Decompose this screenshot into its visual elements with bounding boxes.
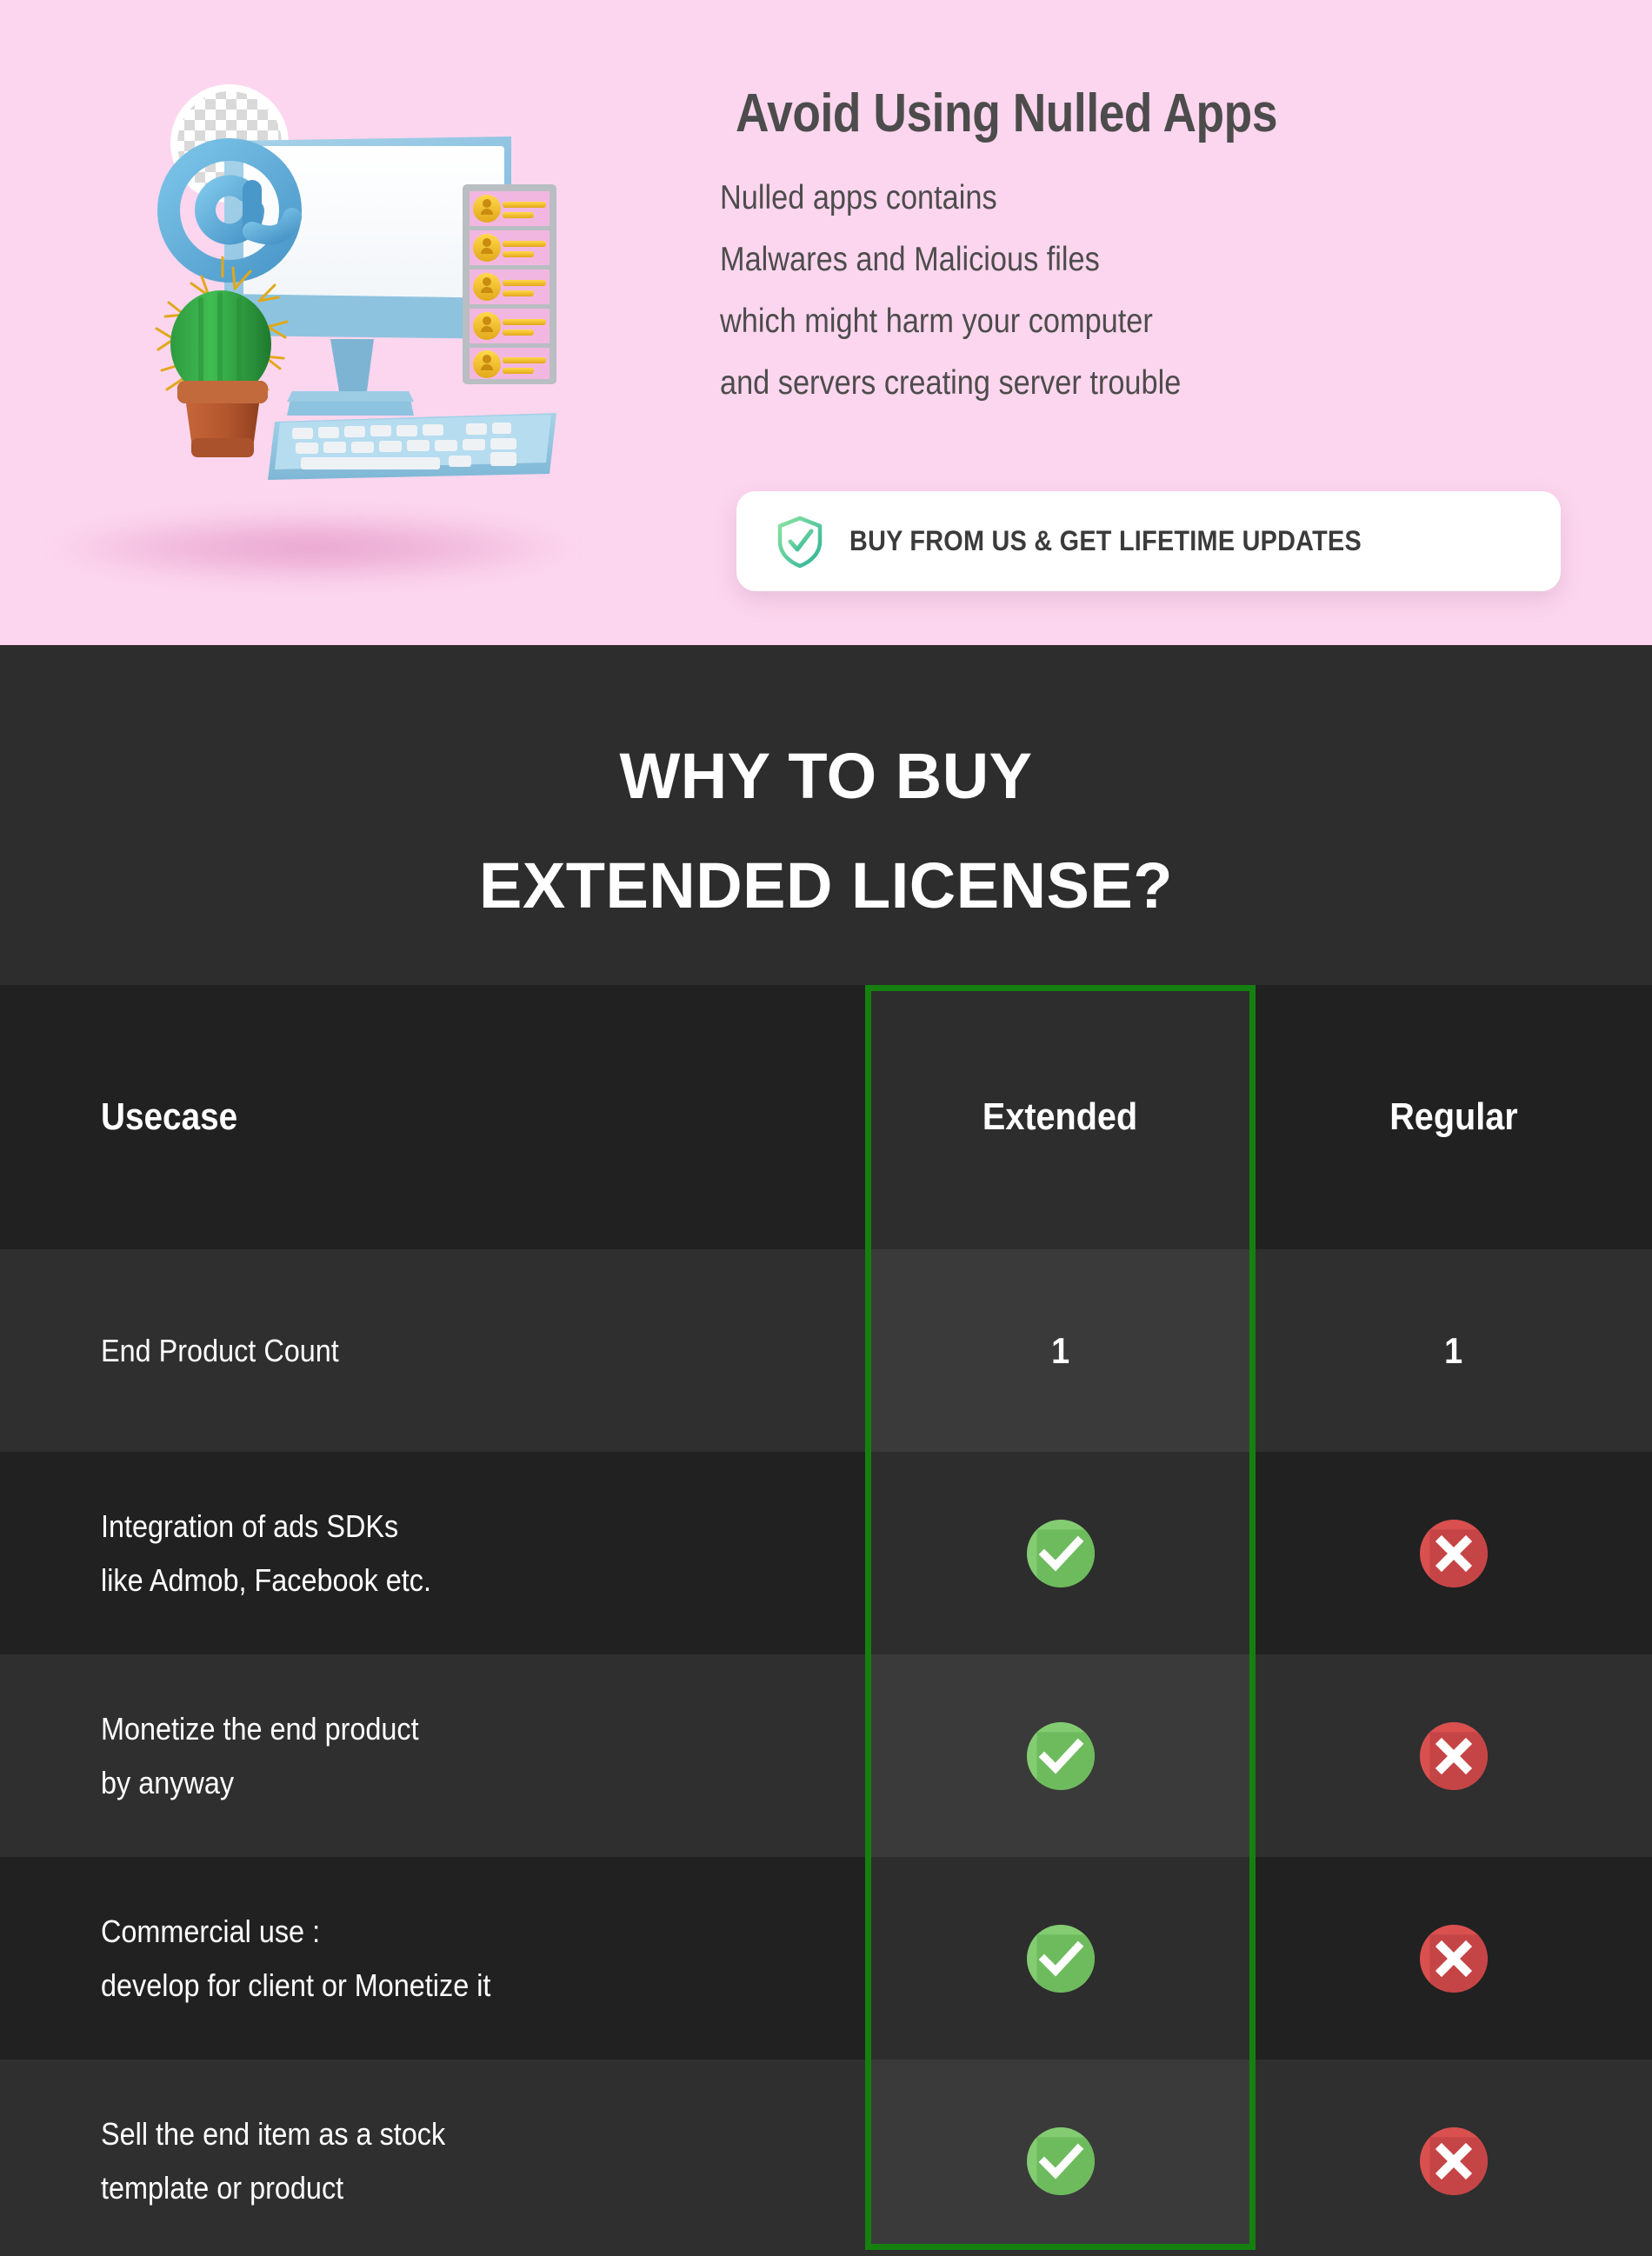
usecase-line: Monetize the end product (101, 1710, 419, 1747)
table-header-row: Usecase Extended Regular (0, 985, 1652, 1249)
header-cell-regular: Regular (1389, 1095, 1518, 1138)
check-circle-icon (1025, 1720, 1096, 1792)
page-title: Avoid Using Nulled Apps (736, 83, 1278, 143)
hero-description-line: Malwares and Malicious files (720, 241, 1100, 278)
usecase-line: Integration of ads SDKs (101, 1507, 399, 1544)
shield-check-icon (773, 515, 827, 569)
header-cell-extended: Extended (983, 1095, 1138, 1138)
hero-description-line: Nulled apps contains (720, 179, 997, 216)
table-row: Integration of ads SDKs like Admob, Face… (0, 1452, 1652, 1654)
row-usecase-label: Commercial use : develop for client or M… (0, 1905, 865, 2013)
desktop-computer-3d-illustration (122, 78, 574, 565)
badge-label: BUY FROM US & GET LIFETIME UPDATES (849, 525, 1362, 556)
table-row: End Product Count 1 1 (0, 1249, 1652, 1452)
cross-circle-icon (1418, 2126, 1489, 2197)
table-row: Sell the end item as a stock template or… (0, 2060, 1652, 2256)
row-extended-value: 1 (1050, 1329, 1070, 1371)
usecase-line: End Product Count (101, 1332, 339, 1368)
buy-from-us-badge[interactable]: BUY FROM US & GET LIFETIME UPDATES (736, 491, 1561, 591)
hero-section: Avoid Using Nulled Apps Nulled apps cont… (0, 0, 1652, 645)
header-cell-usecase: Usecase (101, 1095, 238, 1138)
row-regular-value (1256, 1923, 1652, 1994)
row-extended-value (865, 2126, 1256, 2197)
promo-infographic: Avoid Using Nulled Apps Nulled apps cont… (0, 0, 1652, 2256)
row-usecase-label: Sell the end item as a stock template or… (0, 2107, 865, 2215)
check-circle-icon (1025, 2126, 1096, 2197)
hero-description-line: which might harm your computer (720, 303, 1153, 340)
hero-description-list: Nulled apps contains Malwares and Malici… (720, 167, 1607, 414)
section-title-line-1: WHY TO BUY (619, 740, 1033, 812)
hero-description-line: and servers creating server trouble (720, 364, 1182, 402)
row-regular-value: 1 (1444, 1329, 1463, 1371)
row-usecase-label: End Product Count (0, 1324, 865, 1378)
section-title-line-2: EXTENDED LICENSE? (479, 849, 1173, 922)
row-usecase-label: Integration of ads SDKs like Admob, Face… (0, 1500, 865, 1607)
hero-copy: Avoid Using Nulled Apps Nulled apps cont… (720, 83, 1607, 414)
row-regular-value (1256, 2126, 1652, 2197)
cross-circle-icon (1418, 1720, 1489, 1792)
section-title: WHY TO BUY EXTENDED LICENSE? (0, 645, 1652, 941)
cross-circle-icon (1418, 1518, 1489, 1589)
table-row: Monetize the end product by anyway (0, 1654, 1652, 1857)
check-circle-icon (1025, 1518, 1096, 1589)
row-extended-value (865, 1518, 1256, 1589)
row-extended-value (865, 1720, 1256, 1792)
usecase-line: like Admob, Facebook etc. (101, 1561, 432, 1598)
usecase-line: develop for client or Monetize it (101, 1967, 491, 2003)
usecase-line: by anyway (101, 1764, 235, 1800)
row-regular-value (1256, 1518, 1652, 1589)
cross-circle-icon (1418, 1923, 1489, 1994)
usecase-line: template or product (101, 2169, 344, 2206)
license-comparison-table: Usecase Extended Regular End Product Cou… (0, 985, 1652, 2256)
row-regular-value (1256, 1720, 1652, 1792)
table-row: Commercial use : develop for client or M… (0, 1857, 1652, 2060)
row-usecase-label: Monetize the end product by anyway (0, 1702, 865, 1810)
check-circle-icon (1025, 1923, 1096, 1994)
usecase-line: Sell the end item as a stock (101, 2115, 446, 2152)
row-extended-value (865, 1923, 1256, 1994)
usecase-line: Commercial use : (101, 1913, 321, 1949)
